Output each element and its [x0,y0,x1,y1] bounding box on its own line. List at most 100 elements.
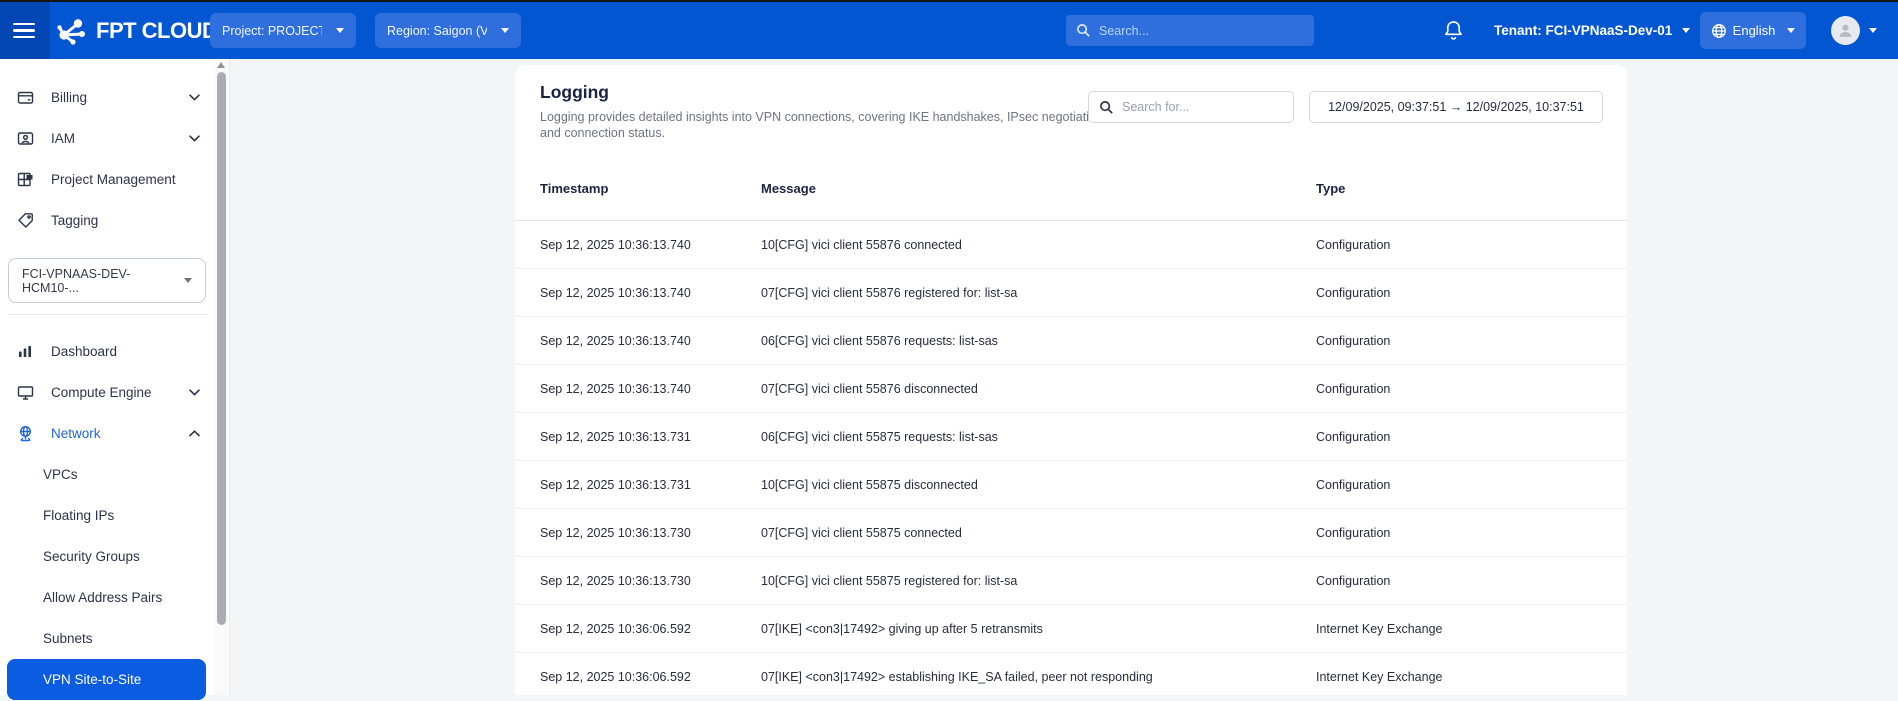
cell-message: 07[IKE] <con3|17492> giving up after 5 r… [761,621,1043,636]
table-body: Sep 12, 2025 10:36:13.740 10[CFG] vici c… [515,221,1627,701]
cell-message: 10[CFG] vici client 55875 registered for… [761,573,1018,588]
global-search [1066,15,1314,46]
sidebar-item-vpn-site-to-site[interactable]: VPN Site-to-Site [7,659,206,700]
compute-engine-icon [17,384,34,401]
cell-timestamp: Sep 12, 2025 10:36:13.740 [540,237,691,252]
caret-down-icon [1869,28,1877,33]
sidebar-subitem-label: VPCs [43,467,78,482]
search-icon [1099,100,1114,115]
logo-text: FPT CLOUD [96,17,218,43]
sidebar-item-compute-engine[interactable]: Compute Engine [0,372,216,413]
network-icon [17,425,34,442]
cell-type: Configuration [1316,477,1391,492]
sidebar-item-subnets[interactable]: Subnets [0,618,216,659]
cell-timestamp: Sep 12, 2025 10:36:13.740 [540,285,691,300]
project-dropdown[interactable]: Project: PROJECT_FCI-... [210,13,356,48]
cell-message: 07[CFG] vici client 55875 connected [761,525,962,540]
sidebar-item-network[interactable]: Network [0,413,216,454]
scrollbar-up-arrow[interactable] [217,62,225,68]
vpc-select-dropdown[interactable]: FCI-VPNAAS-DEV-HCM10-... [8,258,206,303]
sidebar-subitem-label: Allow Address Pairs [43,590,163,605]
sidebar-item-billing[interactable]: Billing [0,77,216,118]
sidebar-item-label: Compute Engine [51,385,152,400]
table-row: Sep 12, 2025 10:36:13.730 10[CFG] vici c… [515,557,1627,605]
table-row: Sep 12, 2025 10:36:13.730 07[CFG] vici c… [515,509,1627,557]
notifications-bell-icon[interactable] [1443,19,1464,42]
sidebar-item-tagging[interactable]: Tagging [0,200,216,241]
sidebar-item-iam[interactable]: IAM [0,118,216,159]
vpc-select-value: FCI-VPNAAS-DEV-HCM10-... [22,266,131,295]
logging-panel: Logging Logging provides detailed insigh… [515,65,1627,701]
caret-down-icon [184,278,192,283]
globe-icon [1711,23,1727,39]
window-top-edge [0,0,1898,2]
sidebar-subitem-label: VPN Site-to-Site [43,672,142,687]
search-icon [1076,23,1091,38]
sidebar-item-project-management[interactable]: Project Management [0,159,216,200]
cell-timestamp: Sep 12, 2025 10:36:13.731 [540,429,691,444]
language-dropdown[interactable]: English [1700,12,1806,49]
cell-timestamp: Sep 12, 2025 10:36:06.592 [540,669,691,684]
top-navbar: FPT CLOUD Project: PROJECT_FCI-... Regio… [0,2,1898,59]
table-row: Sep 12, 2025 10:36:13.740 06[CFG] vici c… [515,317,1627,365]
language-label: English [1732,23,1776,38]
cell-type: Internet Key Exchange [1316,621,1443,636]
sidebar-item-label: Dashboard [51,344,118,359]
tagging-icon [17,212,34,229]
log-search [1088,91,1294,123]
cell-type: Configuration [1316,525,1391,540]
cell-timestamp: Sep 12, 2025 10:36:13.731 [540,477,691,492]
sidebar-subitem-label: Floating IPs [43,508,115,523]
divider [8,314,208,315]
sidebar-item-label: Tagging [51,213,99,228]
sidebar-item-allow-address-pairs[interactable]: Allow Address Pairs [0,577,216,618]
caret-down-icon [1787,28,1796,33]
cell-timestamp: Sep 12, 2025 10:36:13.740 [540,333,691,348]
user-menu[interactable] [1831,2,1877,59]
cell-message: 07[IKE] <con3|17492> establishing IKE_SA… [761,669,1153,684]
scrollbar-thumb[interactable] [217,72,226,625]
sidebar-scrollbar[interactable] [215,59,228,695]
cell-message: 06[CFG] vici client 55875 requests: list… [761,429,998,444]
content-area: Logging Logging provides detailed insigh… [230,59,1898,701]
global-search-input[interactable] [1099,23,1304,38]
cell-type: Internet Key Exchange [1316,669,1443,684]
date-range-picker[interactable]: 12/09/2025, 09:37:51 → 12/09/2025, 10:37… [1309,91,1603,123]
region-dropdown[interactable]: Region: Saigon (Vietn... [375,13,521,48]
cell-type: Configuration [1316,237,1391,252]
sidebar-item-label: IAM [51,131,76,146]
fpt-cloud-molecule-icon [56,15,88,47]
tenant-dropdown[interactable]: Tenant: FCI-VPNaaS-Dev-01 [1494,2,1691,59]
sidebar-item-vpcs[interactable]: VPCs [0,454,216,495]
cell-message: 10[CFG] vici client 55875 disconnected [761,477,978,492]
cell-message: 10[CFG] vici client 55876 connected [761,237,962,252]
cell-timestamp: Sep 12, 2025 10:36:06.592 [540,621,691,636]
page-description: Logging provides detailed insights into … [540,110,1113,140]
fpt-cloud-logo[interactable]: FPT CLOUD [56,2,218,59]
tenant-dropdown-label: Tenant: FCI-VPNaaS-Dev-01 [1494,23,1673,38]
sidebar-item-security-groups[interactable]: Security Groups [0,536,216,577]
chevron-down-icon [189,135,200,142]
cell-type: Configuration [1316,333,1391,348]
caret-down-icon [501,28,509,33]
cell-message: 06[CFG] vici client 55876 requests: list… [761,333,998,348]
hamburger-menu-icon[interactable] [13,2,39,59]
log-search-input[interactable] [1122,100,1283,114]
table-row: Sep 12, 2025 10:36:13.731 06[CFG] vici c… [515,413,1627,461]
sidebar-subitem-label: Security Groups [43,549,140,564]
sidebar-item-label: Network [51,426,101,441]
date-range-value: 12/09/2025, 09:37:51 → 12/09/2025, 10:37… [1328,100,1584,114]
cell-type: Configuration [1316,285,1391,300]
cell-timestamp: Sep 12, 2025 10:36:13.740 [540,381,691,396]
table-row: Sep 12, 2025 10:36:13.731 10[CFG] vici c… [515,461,1627,509]
cell-type: Configuration [1316,573,1391,588]
project-dropdown-label: Project: PROJECT_FCI-... [222,23,322,38]
chevron-down-icon [189,94,200,101]
cell-timestamp: Sep 12, 2025 10:36:13.730 [540,573,691,588]
table-row: Sep 12, 2025 10:36:06.592 07[IKE] <con3|… [515,605,1627,653]
table-row: Sep 12, 2025 10:36:13.740 07[CFG] vici c… [515,269,1627,317]
sidebar-item-dashboard[interactable]: Dashboard [0,331,216,372]
sidebar-item-label: Project Management [51,172,176,187]
table-row: Sep 12, 2025 10:36:06.592 07[IKE] <con3|… [515,653,1627,701]
sidebar-item-floating-ips[interactable]: Floating IPs [0,495,216,536]
